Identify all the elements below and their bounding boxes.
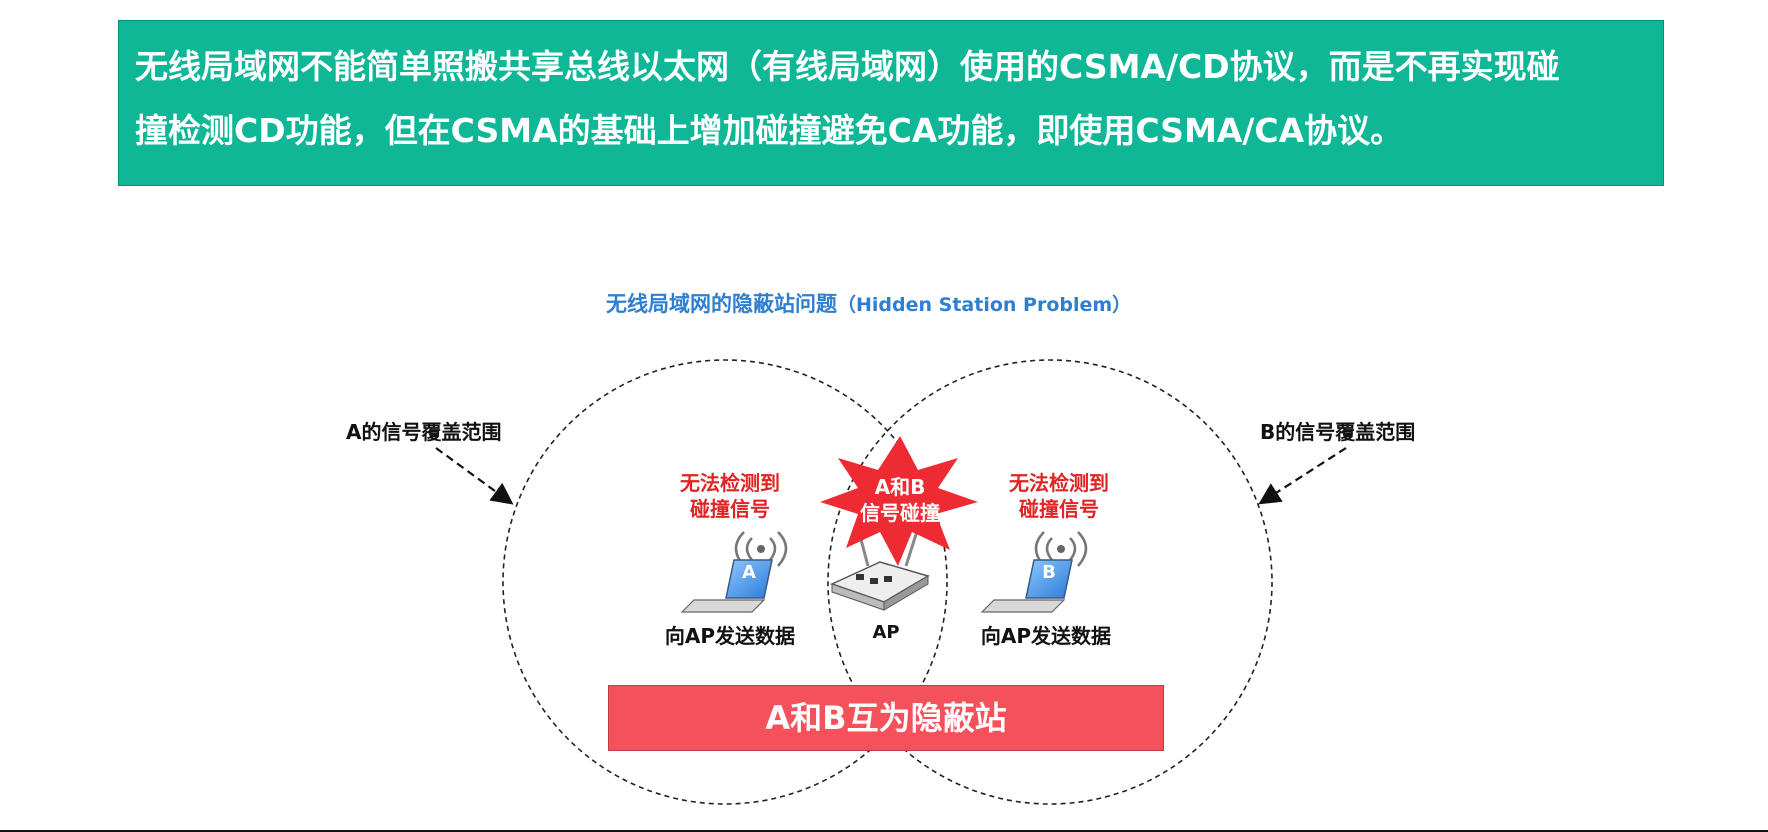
ap-label: AP bbox=[872, 622, 900, 643]
coverage-b-label: B的信号覆盖范围 bbox=[1260, 420, 1416, 444]
laptop-b-badge: B bbox=[1042, 562, 1056, 583]
station-b-caption: 向AP发送数据 bbox=[980, 624, 1112, 648]
laptop-a-badge: A bbox=[742, 562, 756, 583]
collision-label-line-2: 信号碰撞 bbox=[860, 501, 940, 525]
station-b-warning-line-2: 碰撞信号 bbox=[1019, 497, 1099, 521]
station-a-warning-line-2: 碰撞信号 bbox=[690, 497, 770, 521]
collision-label-line-1: A和B bbox=[874, 475, 926, 499]
station-a-caption: 向AP发送数据 bbox=[664, 624, 796, 648]
station-b-warning-line-1: 无法检测到 bbox=[1009, 471, 1109, 495]
station-b-warning: 无法检测到 碰撞信号 bbox=[999, 470, 1119, 522]
coverage-b-arrow bbox=[1258, 447, 1347, 505]
station-a-warning-line-1: 无法检测到 bbox=[680, 471, 780, 495]
coverage-a-label: A的信号覆盖范围 bbox=[346, 420, 502, 444]
access-point-icon bbox=[829, 527, 930, 611]
station-a-warning: 无法检测到 碰撞信号 bbox=[670, 470, 790, 522]
collision-label: A和B 信号碰撞 bbox=[838, 474, 962, 526]
coverage-a-arrow bbox=[435, 447, 514, 505]
conclusion-bar: A和B互为隐蔽站 bbox=[608, 685, 1164, 751]
